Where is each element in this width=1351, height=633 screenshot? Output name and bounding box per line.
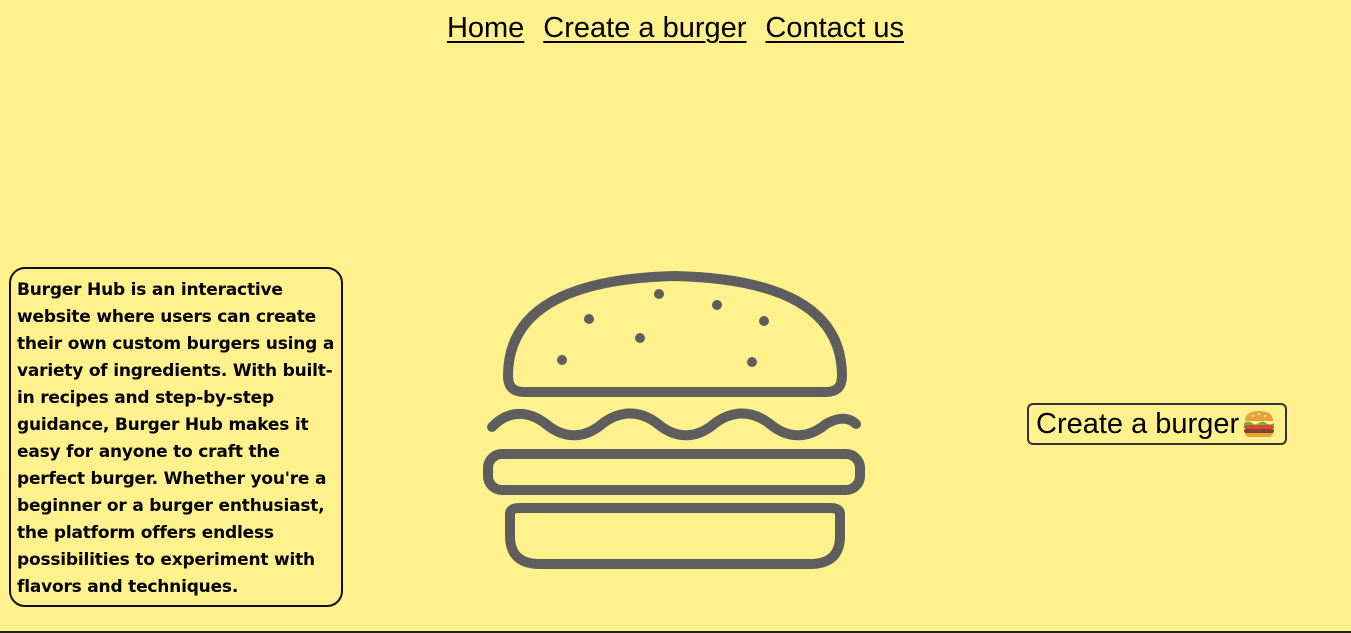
burger-icon bbox=[483, 271, 865, 569]
nav-link-create-burger[interactable]: Create a burger bbox=[543, 8, 746, 48]
about-description: Burger Hub is an interactive website whe… bbox=[9, 267, 343, 607]
create-burger-button[interactable]: Create a burger bbox=[1027, 403, 1287, 445]
page: Home Create a burger Contact us Burger H… bbox=[0, 0, 1351, 633]
burger-emoji-icon bbox=[1242, 410, 1276, 438]
create-burger-button-label: Create a burger bbox=[1036, 407, 1240, 440]
nav-link-contact-us[interactable]: Contact us bbox=[765, 8, 904, 48]
nav-link-home[interactable]: Home bbox=[447, 8, 524, 48]
top-nav: Home Create a burger Contact us bbox=[0, 8, 1351, 48]
